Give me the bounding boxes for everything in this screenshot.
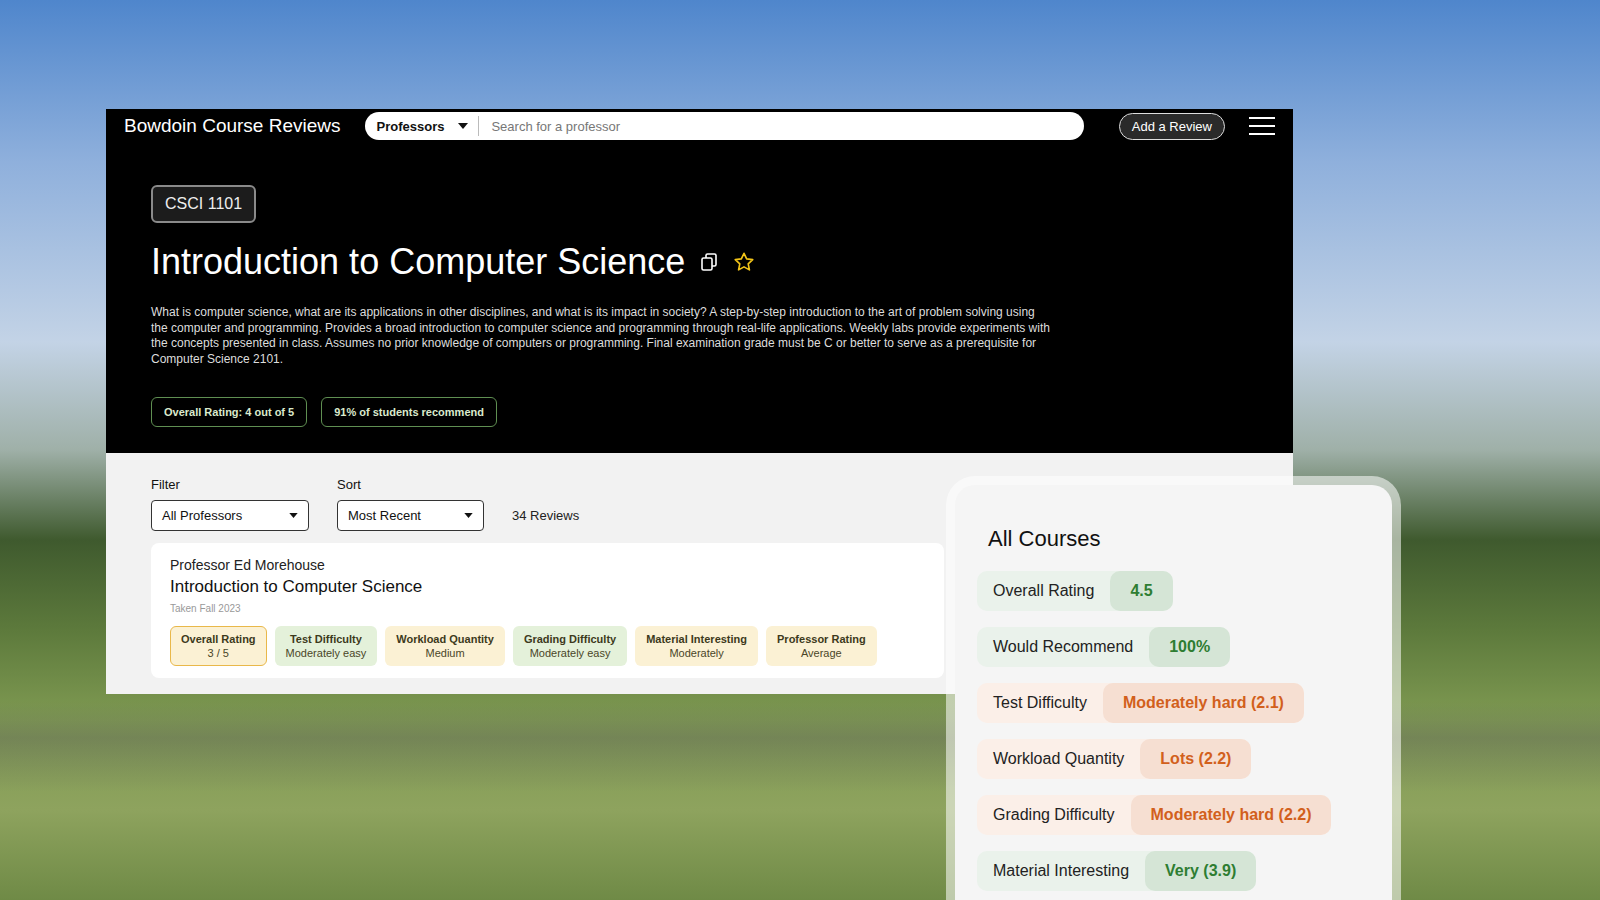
search-scope-dropdown[interactable]: Professors	[377, 116, 480, 136]
star-icon	[733, 251, 755, 273]
course-title: Introduction to Computer Science	[151, 241, 685, 283]
review-professor: Professor Ed Morehouse	[170, 557, 925, 573]
summary-row: Material Interesting Very (3.9)	[977, 851, 1256, 891]
caret-icon	[464, 513, 473, 518]
course-description: What is computer science, what are its a…	[151, 305, 1051, 367]
review-course: Introduction to Computer Science	[170, 577, 925, 597]
search-input[interactable]	[489, 118, 1071, 135]
caret-icon	[289, 513, 298, 518]
summary-row: Workload Quantity Lots (2.2)	[977, 739, 1251, 779]
site-title[interactable]: Bowdoin Course Reviews	[124, 115, 341, 137]
hamburger-icon	[1249, 116, 1275, 136]
filter-select[interactable]: All Professors	[151, 500, 309, 531]
review-count: 34 Reviews	[512, 508, 579, 531]
metric-chip: Overall Rating 3 / 5	[170, 626, 267, 666]
summary-row: Test Difficulty Moderately hard (2.1)	[977, 683, 1304, 723]
review-term: Taken Fall 2023	[170, 603, 925, 614]
caret-icon	[458, 123, 468, 129]
stage: Bowdoin Course Reviews Professors Add a …	[0, 0, 1600, 900]
review-card[interactable]: Professor Ed Morehouse Introduction to C…	[151, 543, 944, 678]
nav-bar: Bowdoin Course Reviews Professors Add a …	[106, 109, 1293, 143]
metric-chip: Material Interesting Moderately	[635, 626, 758, 666]
summary-row: Would Recommend 100%	[977, 627, 1230, 667]
menu-button[interactable]	[1249, 116, 1275, 136]
metric-chip: Grading Difficulty Moderately easy	[513, 626, 627, 666]
metric-chip: Test Difficulty Moderately easy	[275, 626, 378, 666]
summary-row: Grading Difficulty Moderately hard (2.2)	[977, 795, 1331, 835]
course-stat-badge: Overall Rating: 4 out of 5	[151, 397, 307, 427]
search-bar: Professors	[365, 112, 1084, 140]
metric-chip: Professor Rating Average	[766, 626, 877, 666]
course-code-badge: CSCI 1101	[151, 185, 256, 223]
summary-row: Overall Rating 4.5	[977, 571, 1173, 611]
copy-button[interactable]	[701, 253, 717, 271]
sort-select[interactable]: Most Recent	[337, 500, 484, 531]
sort-label: Sort	[337, 477, 484, 492]
favorite-button[interactable]	[733, 251, 755, 273]
copy-icon	[701, 253, 717, 271]
summary-card: All Courses Overall Rating 4.5 Would Reco…	[955, 485, 1392, 900]
filter-label: Filter	[151, 477, 309, 492]
course-header: CSCI 1101 Introduction to Computer Scien…	[106, 143, 1293, 453]
metric-chip: Workload Quantity Medium	[385, 626, 505, 666]
course-stat-badge: 91% of students recommend	[321, 397, 497, 427]
add-review-button[interactable]: Add a Review	[1119, 113, 1225, 140]
summary-title: All Courses	[988, 525, 1370, 553]
